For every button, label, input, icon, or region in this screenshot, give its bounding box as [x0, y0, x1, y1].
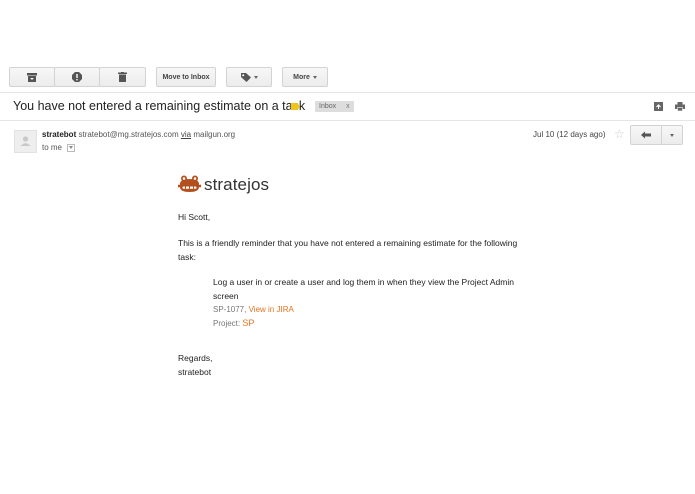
issue-key: SP-1077 — [213, 305, 245, 314]
remove-label-button[interactable]: x — [346, 103, 350, 110]
toolbar-divider — [0, 92, 695, 93]
task-summary: Log a user in or create a user and log t… — [213, 275, 514, 303]
trash-icon — [118, 72, 127, 82]
sender-email: stratebot@mg.stratejos.com — [78, 130, 179, 139]
labels-button[interactable] — [226, 67, 272, 87]
via-domain: mailgun.org — [193, 130, 236, 139]
label-chip-inbox: Inbox x — [315, 101, 354, 112]
signature-text: stratebot — [178, 366, 212, 377]
email-subject: You have not entered a remaining estimat… — [13, 99, 306, 113]
move-to-inbox-label: Move to Inbox — [162, 73, 210, 81]
closing-text: Regards, — [178, 353, 213, 363]
chevron-down-icon — [312, 75, 317, 79]
sender-name[interactable]: stratebot — [42, 130, 76, 139]
sender-info: stratebot stratebot@mg.stratejos.com via… — [42, 130, 235, 139]
report-spam-button[interactable] — [54, 67, 100, 87]
star-icon[interactable]: ☆ — [614, 127, 625, 141]
greeting: Hi Scott, — [178, 212, 211, 222]
project-reference: Project: SP — [213, 318, 254, 328]
reply-arrow-icon — [641, 131, 651, 139]
label-chip-name: Inbox — [319, 103, 337, 110]
reply-button-group — [630, 125, 683, 145]
important-marker-icon[interactable] — [291, 103, 300, 110]
print-icon[interactable] — [675, 102, 685, 111]
intro-text: This is a friendly reminder that you hav… — [178, 237, 517, 264]
project-label: Project: — [213, 319, 241, 328]
chevron-down-icon — [69, 146, 74, 149]
signoff: Regards, stratebot — [178, 352, 213, 379]
message-date: Jul 10 (12 days ago) — [533, 130, 606, 139]
reply-button[interactable] — [630, 125, 662, 145]
stratejos-bot-icon — [178, 175, 201, 192]
delete-button[interactable] — [99, 67, 146, 87]
view-in-jira-link[interactable]: View in JIRA — [249, 305, 294, 314]
show-details-button[interactable] — [67, 143, 76, 152]
label-tag-icon — [240, 72, 251, 82]
issue-reference: SP-1077, View in JIRA — [213, 305, 294, 314]
new-window-icon[interactable] — [654, 102, 663, 111]
intro-line-2: task: — [178, 251, 196, 262]
brand-name: stratejos — [204, 175, 270, 194]
recipient-text: to me — [42, 143, 63, 152]
brand-logo: stratejos — [178, 175, 269, 195]
task-line-2: screen — [213, 291, 239, 301]
avatar[interactable] — [14, 130, 37, 153]
task-line-1: Log a user in or create a user and log t… — [213, 277, 514, 287]
more-button[interactable]: More — [282, 67, 328, 87]
report-spam-icon — [72, 72, 82, 82]
intro-line-1: This is a friendly reminder that you hav… — [178, 238, 518, 248]
recipient-line: to me — [42, 143, 76, 152]
default-avatar-icon — [20, 136, 31, 146]
project-link[interactable]: SP — [242, 318, 254, 328]
via-link[interactable]: via — [181, 130, 191, 139]
more-label: More — [293, 73, 310, 81]
chevron-down-icon — [253, 75, 258, 79]
issue-separator: , — [244, 305, 247, 314]
subject-divider — [0, 120, 695, 121]
archive-icon — [27, 72, 37, 82]
chevron-down-icon — [670, 133, 674, 137]
more-actions-button[interactable] — [662, 125, 683, 145]
archive-button[interactable] — [9, 67, 55, 87]
move-to-inbox-button[interactable]: Move to Inbox — [156, 67, 216, 87]
